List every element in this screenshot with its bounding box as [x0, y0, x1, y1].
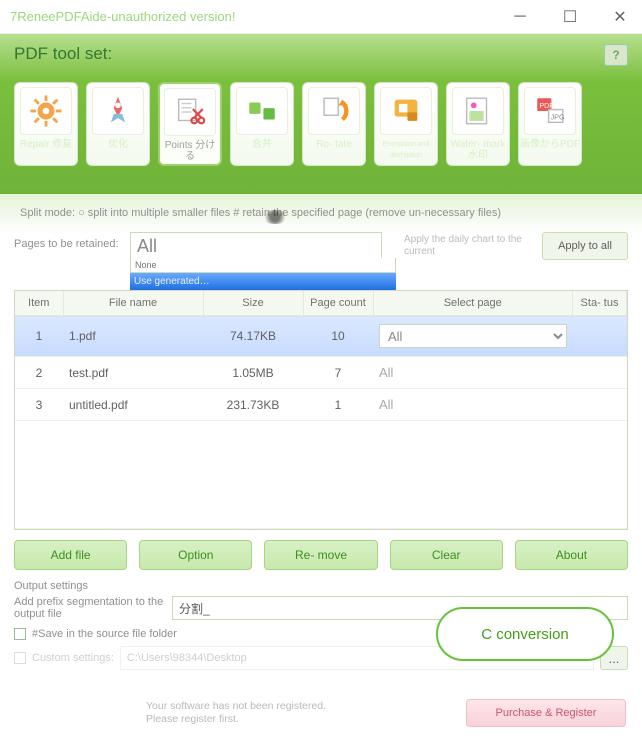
option-button[interactable]: Option	[139, 540, 252, 570]
pages-dropdown[interactable]: None Use generated…	[130, 258, 396, 290]
header: PDF tool set: ? Repair 修复 优化 Points 分ける …	[0, 34, 642, 194]
table-row[interactable]: 1 1.pdf 74.17KB 10 All	[15, 316, 627, 357]
tool-encrypt[interactable]: Encryption and decryption	[374, 82, 438, 166]
decorative-dot	[262, 210, 288, 224]
col-size[interactable]: Size	[203, 291, 303, 316]
save-source-label: #Save in the source file folder	[32, 628, 177, 640]
tool-watermark[interactable]: Water- mark 水印	[446, 82, 510, 166]
cell-item: 2	[15, 357, 63, 389]
tool-label: Repair 修复	[20, 139, 72, 150]
tool-label: Encryption and decryption	[375, 139, 437, 161]
tool-label: 合并	[252, 139, 272, 150]
tool-optimize[interactable]: 优化	[86, 82, 150, 166]
custom-checkbox[interactable]	[14, 652, 26, 664]
col-selectpage[interactable]: Select page	[373, 291, 573, 316]
save-source-checkbox[interactable]	[14, 628, 26, 640]
watermark-icon	[452, 87, 504, 135]
tool-label: Points 分ける	[160, 140, 220, 162]
clear-button[interactable]: Clear	[390, 540, 503, 570]
custom-label: Custom settings:	[32, 652, 114, 664]
dropdown-option-selected[interactable]: Use generated…	[130, 273, 396, 290]
add-file-button[interactable]: Add file	[14, 540, 127, 570]
window-title: 7ReneePDFAide-unauthorized version!	[10, 9, 235, 24]
remove-button[interactable]: Re- move	[264, 540, 377, 570]
cell-pages: 10	[303, 316, 373, 357]
tool-label: 优化	[108, 139, 128, 150]
footer-line1: Your software has not been registered.	[146, 700, 326, 713]
cell-size: 74.17KB	[203, 316, 303, 357]
minimize-button[interactable]: ─	[506, 3, 534, 31]
footer: Your software has not been registered. P…	[0, 699, 642, 727]
select-page-value[interactable]: All	[373, 389, 573, 421]
main-panel: Split mode: ○ split into multiple smalle…	[0, 194, 642, 739]
file-table: Item File name Size Page count Select pa…	[14, 290, 628, 530]
tool-repair[interactable]: Repair 修复	[14, 82, 78, 166]
help-icon[interactable]: ?	[604, 44, 628, 66]
cell-status	[573, 316, 627, 357]
output-title: Output settings	[14, 580, 628, 592]
cell-status	[573, 357, 627, 389]
prefix-label: Add prefix segmentation to the output fi…	[14, 596, 164, 620]
cell-size: 231.73KB	[203, 389, 303, 421]
puzzle-icon	[236, 87, 288, 135]
gear-icon	[20, 87, 72, 135]
select-page-dropdown[interactable]: All	[379, 324, 567, 348]
tool-row: Repair 修复 优化 Points 分ける 合并 Ro- tate	[14, 82, 628, 166]
header-title: PDF tool set:	[14, 44, 628, 64]
cell-item: 3	[15, 389, 63, 421]
svg-text:JPG: JPG	[551, 114, 565, 122]
cell-pages: 1	[303, 389, 373, 421]
cell-filename: untitled.pdf	[63, 389, 203, 421]
table-row[interactable]: 3 untitled.pdf 231.73KB 1 All	[15, 389, 627, 421]
window-controls: ─ ☐ ✕	[506, 3, 634, 31]
tool-imgtopdf[interactable]: PDFJPG 画像からPDF	[518, 82, 582, 166]
dropdown-option[interactable]: None	[130, 258, 396, 273]
split-mode-text: Split mode: ○ split into multiple smalle…	[14, 204, 628, 222]
cell-filename: 1.pdf	[63, 316, 203, 357]
apply-hint: Apply the daily chart to the current	[404, 232, 536, 258]
col-status[interactable]: Sta- tus	[573, 291, 627, 316]
maximize-button[interactable]: ☐	[556, 3, 584, 31]
cell-filename: test.pdf	[63, 357, 203, 389]
col-item[interactable]: Item	[15, 291, 63, 316]
apply-all-button[interactable]: Apply to all	[542, 232, 628, 260]
col-pagecount[interactable]: Page count	[303, 291, 373, 316]
pages-input[interactable]	[130, 232, 382, 260]
col-filename[interactable]: File name	[63, 291, 203, 316]
rotate-icon	[308, 87, 360, 135]
register-button[interactable]: Purchase & Register	[466, 699, 626, 727]
tool-points[interactable]: Points 分ける	[158, 82, 222, 166]
footer-line2: Please register first.	[146, 713, 326, 726]
tool-merge[interactable]: 合并	[230, 82, 294, 166]
scissors-icon	[164, 88, 216, 136]
pages-row: Pages to be retained: None Use generated…	[14, 232, 628, 260]
about-button[interactable]: About	[515, 540, 628, 570]
cell-pages: 7	[303, 357, 373, 389]
cell-status	[573, 389, 627, 421]
lock-icon	[380, 87, 432, 135]
footer-message: Your software has not been registered. P…	[146, 700, 326, 726]
rocket-icon	[92, 87, 144, 135]
tool-label: Water- mark 水印	[447, 139, 509, 161]
tool-rotate[interactable]: Ro- tate	[302, 82, 366, 166]
button-row: Add file Option Re- move Clear About	[14, 540, 628, 570]
cell-item: 1	[15, 316, 63, 357]
tool-label: 画像からPDF	[520, 139, 580, 150]
pages-label: Pages to be retained:	[14, 232, 124, 250]
convert-button[interactable]: C conversion	[436, 607, 614, 661]
tool-label: Ro- tate	[316, 139, 352, 150]
cell-size: 1.05MB	[203, 357, 303, 389]
image-pdf-icon: PDFJPG	[524, 87, 576, 135]
close-button[interactable]: ✕	[606, 3, 634, 31]
table-empty-area	[15, 421, 627, 529]
select-page-value[interactable]: All	[373, 357, 573, 389]
titlebar: 7ReneePDFAide-unauthorized version! ─ ☐ …	[0, 0, 642, 34]
table-row[interactable]: 2 test.pdf 1.05MB 7 All	[15, 357, 627, 389]
